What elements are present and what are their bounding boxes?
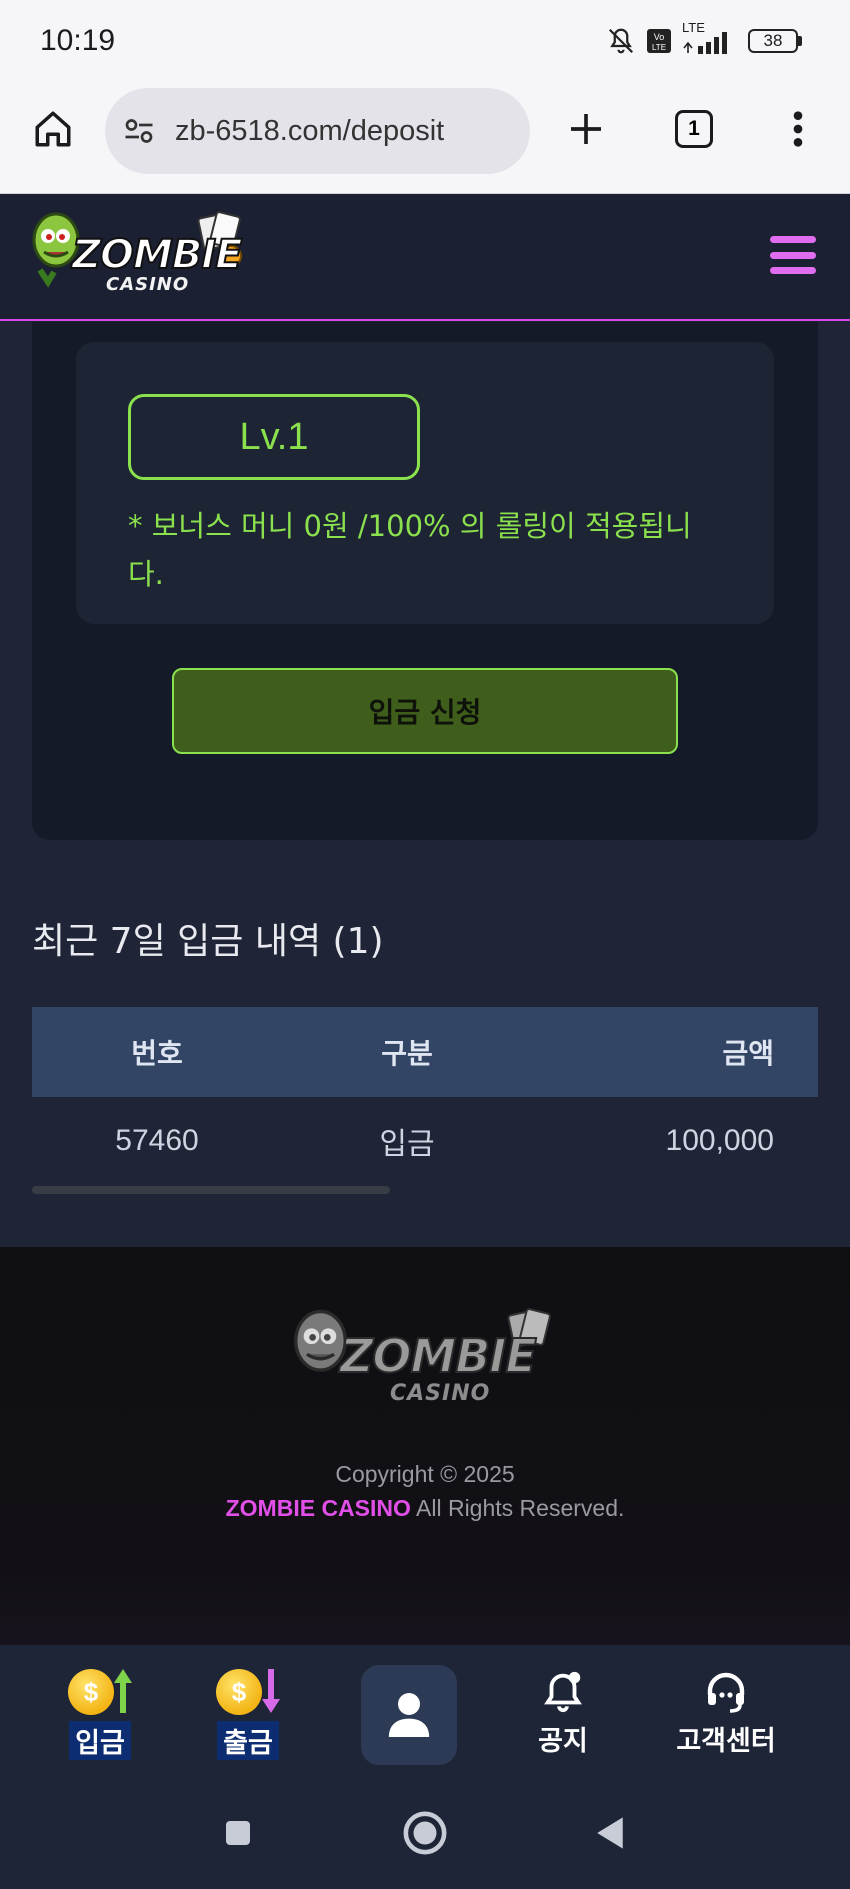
nav-notice-label: 공지 — [538, 1726, 588, 1757]
history-title: 최근 7일 입금 내역 (1) — [32, 921, 384, 962]
footer-logo-subtext: CASINO — [390, 1381, 491, 1406]
battery-icon: 38 — [748, 29, 802, 53]
browser-toolbar: zb-6518.com/deposit 1 — [0, 84, 850, 194]
user-icon — [388, 1693, 430, 1737]
logo-text: ZOMBIE — [71, 231, 244, 279]
signal-icon: LTE — [682, 20, 738, 56]
status-icons: Vo LTE LTE 38 — [606, 20, 802, 56]
row-number: 57460 — [115, 1124, 199, 1157]
tabs-button[interactable]: 1 — [659, 94, 729, 164]
column-header-type: 구분 — [381, 1037, 433, 1070]
column-header-amount: 금액 — [722, 1037, 774, 1070]
home-nav-button[interactable] — [395, 1803, 455, 1863]
table-row: 57460 입금 100,000 — [32, 1097, 818, 1185]
svg-text:LTE: LTE — [652, 43, 666, 52]
nav-deposit-label: 입금 — [69, 1721, 131, 1760]
bonus-note: * 보너스 머니 0원 /100% 의 롤링이 적용됩니다. — [128, 509, 692, 591]
row-amount: 100,000 — [665, 1124, 774, 1157]
footer-logo: ZOMBIE CASINO — [290, 1307, 560, 1417]
site-settings-icon[interactable] — [121, 113, 157, 149]
footer-logo-text: ZOMBIE — [339, 1328, 538, 1384]
brand-name: ZOMBIE CASINO — [225, 1495, 411, 1521]
logo-subtext: CASINO — [106, 274, 190, 295]
back-icon — [597, 1817, 623, 1849]
level-badge[interactable]: Lv.1 — [128, 394, 420, 480]
status-bar: 10:19 Vo LTE LTE 38 — [0, 0, 850, 84]
bell-icon — [544, 1671, 582, 1713]
url-text[interactable]: zb-6518.com/deposit — [175, 115, 444, 148]
hamburger-icon[interactable] — [770, 236, 816, 274]
headset-icon — [707, 1672, 745, 1713]
status-time: 10:19 — [40, 24, 116, 57]
copyright: Copyright © 2025 ZOMBIE CASINO All Right… — [0, 1457, 850, 1525]
nav-notice[interactable]: 공지 — [488, 1667, 638, 1767]
level-info-card: Lv.1 * 보너스 머니 0원 /100% 의 롤링이 적용됩니다. — [76, 342, 774, 624]
new-tab-button[interactable] — [551, 94, 621, 164]
back-button[interactable] — [580, 1803, 640, 1863]
column-header-number: 번호 — [131, 1037, 183, 1070]
mute-bell-icon — [608, 28, 634, 54]
android-nav-bar — [0, 1773, 850, 1889]
nav-mypage[interactable] — [361, 1665, 457, 1765]
copyright-line: Copyright © 2025 — [335, 1461, 515, 1487]
history-table: 번호 구분 금액 57460 입금 100,000 — [32, 1007, 818, 1185]
table-header: 번호 구분 금액 — [32, 1007, 818, 1097]
row-type: 입금 — [379, 1128, 435, 1161]
deposit-form-card: Lv.1 * 보너스 머니 0원 /100% 의 롤링이 적용됩니다. 입금 신… — [32, 322, 818, 840]
coin-down-icon: $ — [216, 1667, 280, 1717]
more-icon — [793, 111, 803, 147]
bottom-nav: $ 입금 $ 출금 공지 고객센터 — [0, 1645, 850, 1773]
nav-withdraw[interactable]: $ 출금 — [173, 1667, 323, 1767]
nav-support[interactable]: 고객센터 — [651, 1667, 801, 1767]
nav-support-label: 고객센터 — [676, 1726, 776, 1757]
address-bar[interactable]: zb-6518.com/deposit — [105, 88, 530, 174]
home-icon — [35, 111, 71, 147]
home-circle-icon — [403, 1811, 447, 1855]
table-scrollbar[interactable] — [32, 1186, 390, 1194]
zombie-casino-logo[interactable]: ZOMBIE CASINO — [30, 210, 245, 302]
site-footer: ZOMBIE CASINO Copyright © 2025 ZOMBIE CA… — [0, 1247, 850, 1645]
recents-button[interactable] — [208, 1803, 268, 1863]
deposit-content: Lv.1 * 보너스 머니 0원 /100% 의 롤링이 적용됩니다. 입금 신… — [0, 322, 850, 1247]
deposit-request-button[interactable]: 입금 신청 — [172, 668, 678, 754]
battery-level: 38 — [748, 29, 798, 53]
nav-withdraw-label: 출금 — [217, 1721, 279, 1760]
volte-icon: VoLTE — [647, 29, 671, 53]
new-tab-icon — [571, 114, 601, 144]
site-header: ZOMBIE CASINO — [0, 194, 850, 321]
svg-text:Vo: Vo — [654, 32, 665, 42]
rights-text: All Rights Reserved. — [416, 1495, 625, 1521]
tabs-icon: 1 — [675, 110, 713, 148]
nav-deposit[interactable]: $ 입금 — [25, 1667, 175, 1767]
recents-icon — [226, 1821, 250, 1845]
coin-up-icon: $ — [68, 1667, 132, 1717]
home-button[interactable] — [18, 94, 88, 164]
more-button[interactable] — [763, 94, 833, 164]
rights-line: ZOMBIE CASINO All Rights Reserved. — [0, 1491, 850, 1525]
